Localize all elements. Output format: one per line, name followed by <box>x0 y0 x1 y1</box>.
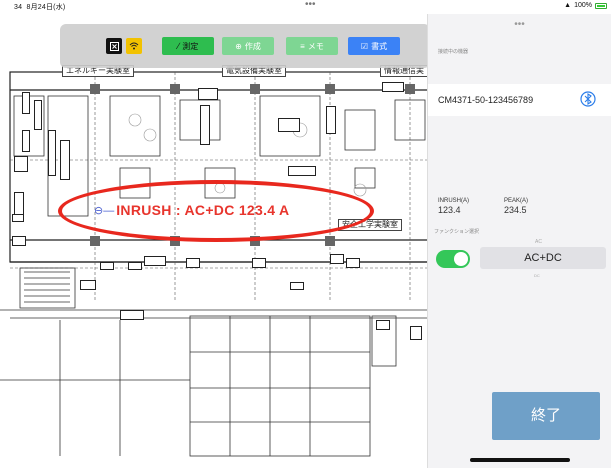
equipment-box[interactable] <box>346 258 360 268</box>
close-toolbar-button[interactable] <box>106 38 122 54</box>
format-label: 書式 <box>371 41 388 51</box>
status-right: ▲ 100% <box>564 2 607 9</box>
create-label: 作成 <box>244 41 261 51</box>
function-toggle[interactable] <box>436 250 470 268</box>
drawing-toolbar: ∕ 測定 ⊕ 作成 ≡ メモ ☑ 書式 <box>60 24 430 68</box>
bluetooth-icon[interactable] <box>580 91 596 107</box>
panel-handle[interactable]: ••• <box>428 20 611 30</box>
equipment-box[interactable] <box>60 140 70 180</box>
status-bar: 34 8月24日(水) ••• ▲ 100% <box>0 0 611 14</box>
end-button[interactable]: 終了 <box>492 392 600 440</box>
peak-measurement: PEAK(A) 234.5 <box>504 198 528 215</box>
format-button[interactable]: ☑ 書式 <box>348 37 400 55</box>
home-indicator[interactable] <box>470 458 570 462</box>
memo-icon: ≡ <box>300 41 305 51</box>
function-picker[interactable]: AC+DC <box>480 247 606 269</box>
inrush-measurement: INRUSH(A) 123.4 <box>438 198 469 215</box>
edit-square-icon: ☑ <box>360 41 369 51</box>
status-dots: ••• <box>305 0 316 10</box>
measure-button[interactable]: ∕ 測定 <box>162 37 214 55</box>
equipment-box[interactable] <box>288 166 316 176</box>
device-name: CM4371-50-123456789 <box>438 95 534 105</box>
equipment-box[interactable] <box>120 310 144 320</box>
wifi-icon <box>129 42 139 50</box>
equipment-box[interactable] <box>330 254 344 264</box>
equipment-box[interactable] <box>100 262 114 270</box>
equipment-box[interactable] <box>22 92 30 114</box>
equipment-box[interactable] <box>200 105 210 145</box>
measure-label: 測定 <box>182 41 199 51</box>
measurement-panel: ••• 接続中の機器 CM4371-50-123456789 INRUSH(A)… <box>427 14 611 468</box>
function-select-label: ファンクション選択 <box>434 229 480 235</box>
function-option-below[interactable]: DC <box>534 273 540 278</box>
equipment-box[interactable] <box>252 258 266 268</box>
create-button[interactable]: ⊕ 作成 <box>222 37 274 55</box>
battery-icon <box>595 2 607 9</box>
equipment-box[interactable] <box>382 82 404 92</box>
equipment-box[interactable] <box>128 262 142 270</box>
equipment-box[interactable] <box>22 130 30 152</box>
highlight-ellipse <box>58 180 374 242</box>
wifi-status-icon: ▲ <box>564 2 572 9</box>
equipment-box[interactable] <box>12 236 26 246</box>
inrush-value: 123.4 <box>438 205 461 215</box>
equipment-box[interactable] <box>376 320 390 330</box>
equipment-box[interactable] <box>14 156 28 172</box>
equipment-box[interactable] <box>198 88 218 100</box>
equipment-box[interactable] <box>290 282 304 290</box>
connected-device-row[interactable]: CM4371-50-123456789 <box>428 84 611 116</box>
inrush-label: INRUSH(A) <box>438 198 469 204</box>
equipment-box[interactable] <box>410 326 422 340</box>
equipment-box[interactable] <box>12 214 24 222</box>
equipment-box[interactable] <box>34 100 42 130</box>
equipment-box[interactable] <box>186 258 200 268</box>
status-time: 34 8月24日(水) <box>14 4 66 11</box>
wifi-button[interactable] <box>126 38 142 54</box>
memo-button[interactable]: ≡ メモ <box>286 37 338 55</box>
equipment-box[interactable] <box>48 130 56 176</box>
battery-percent: 100% <box>574 2 592 9</box>
pencil-icon: ∕ <box>177 41 180 51</box>
x-square-icon <box>109 41 119 51</box>
function-option-above[interactable]: AC <box>535 239 542 245</box>
connected-device-label: 接続中の機器 <box>438 49 469 55</box>
equipment-box[interactable] <box>278 118 300 132</box>
equipment-box[interactable] <box>326 106 336 134</box>
equipment-box[interactable] <box>80 280 96 290</box>
plus-circle-icon: ⊕ <box>235 41 242 51</box>
peak-value: 234.5 <box>504 205 527 215</box>
equipment-box[interactable] <box>144 256 166 266</box>
peak-label: PEAK(A) <box>504 198 529 204</box>
memo-label: メモ <box>307 41 324 51</box>
